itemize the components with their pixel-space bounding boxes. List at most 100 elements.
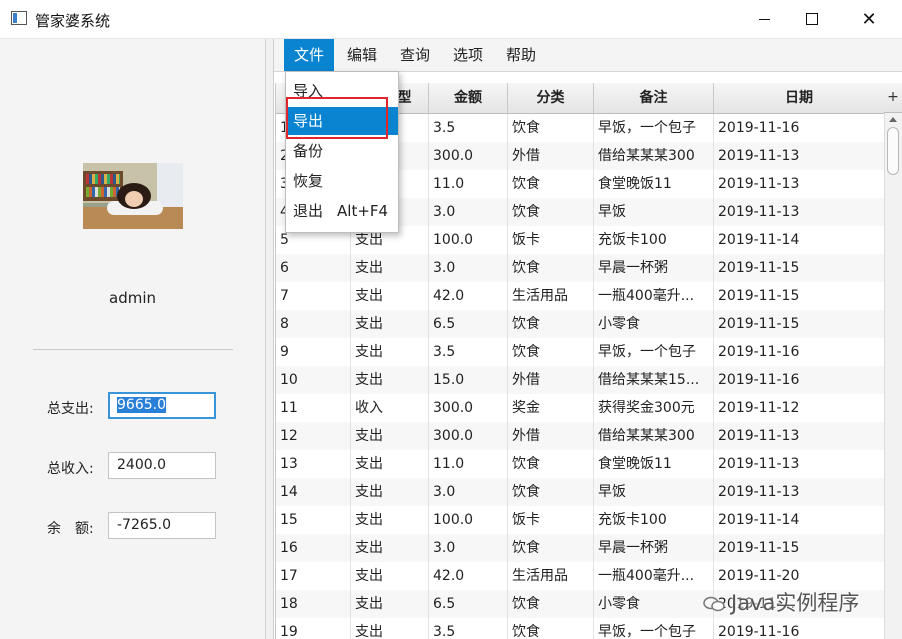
menu-item-exit[interactable]: 退出 Alt+F4 <box>286 197 398 225</box>
cell-amount: 100.0 <box>429 506 508 534</box>
total-expense-label: 总支出: <box>47 401 94 417</box>
cell-date: 2019-11-12 <box>714 394 885 422</box>
cell-category: 饮食 <box>508 618 594 639</box>
split-pane-divider[interactable] <box>266 39 274 639</box>
cell-type: 收入 <box>351 394 429 422</box>
highlight-annotation-box <box>286 97 388 139</box>
cell-amount: 3.5 <box>429 338 508 366</box>
cell-type: 支出 <box>351 422 429 450</box>
table-row[interactable]: 8 支出 6.5 饮食 小零食 2019-11-15 <box>276 310 885 338</box>
menu-edit[interactable]: 编辑 <box>337 39 387 71</box>
cell-date: 2019-11-13 <box>714 450 885 478</box>
table-row[interactable]: 16 支出 3.0 饮食 早晨一杯粥 2019-11-15 <box>276 534 885 562</box>
cell-type: 支出 <box>351 338 429 366</box>
cell-note: 早晨一杯粥 <box>594 534 714 562</box>
app-icon <box>11 11 27 25</box>
maximize-button[interactable] <box>789 0 835 38</box>
total-income-field[interactable]: 2400.0 <box>108 452 216 479</box>
scroll-thumb[interactable] <box>887 127 899 175</box>
cell-category: 饮食 <box>508 254 594 282</box>
table-row[interactable]: 12 支出 300.0 外借 借给某某某300 2019-11-13 <box>276 422 885 450</box>
cell-type: 支出 <box>351 450 429 478</box>
cell-amount: 42.0 <box>429 282 508 310</box>
cell-id: 16 <box>276 534 351 562</box>
avatar <box>83 163 183 229</box>
cell-amount: 300.0 <box>429 422 508 450</box>
column-header-category[interactable]: 分类 <box>508 83 594 113</box>
cell-id: 6 <box>276 254 351 282</box>
cell-note: 食堂晚饭11 <box>594 450 714 478</box>
cell-note: 借给某某某15... <box>594 366 714 394</box>
menu-item-restore[interactable]: 恢复 <box>286 167 398 195</box>
cell-note: 早饭，一个包子 <box>594 114 714 142</box>
cell-note: 获得奖金300元 <box>594 394 714 422</box>
username-label: admin <box>109 289 156 307</box>
cell-amount: 100.0 <box>429 226 508 254</box>
scroll-up-icon[interactable] <box>889 117 897 122</box>
cell-id: 9 <box>276 338 351 366</box>
table-row[interactable]: 10 支出 15.0 外借 借给某某某15... 2019-11-16 <box>276 366 885 394</box>
menu-help[interactable]: 帮助 <box>496 39 546 71</box>
cell-date: 2019-11-16 <box>714 338 885 366</box>
menu-file[interactable]: 文件 <box>284 39 335 71</box>
table-row[interactable]: 6 支出 3.0 饮食 早晨一杯粥 2019-11-15 <box>276 254 885 282</box>
cell-amount: 6.5 <box>429 590 508 618</box>
table-row[interactable]: 7 支出 42.0 生活用品 一瓶400毫升... 2019-11-15 <box>276 282 885 310</box>
cell-id: 7 <box>276 282 351 310</box>
column-header-amount[interactable]: 金额 <box>429 83 508 113</box>
table-row[interactable]: 13 支出 11.0 饮食 食堂晚饭11 2019-11-13 <box>276 450 885 478</box>
cell-id: 18 <box>276 590 351 618</box>
table-row[interactable]: 15 支出 100.0 饭卡 充饭卡100 2019-11-14 <box>276 506 885 534</box>
cell-note: 早饭，一个包子 <box>594 338 714 366</box>
cell-category: 生活用品 <box>508 562 594 590</box>
cell-date: 2019-11-20 <box>714 562 885 590</box>
minimize-button[interactable] <box>741 0 787 38</box>
table-row[interactable]: 19 支出 3.5 饮食 早饭，一个包子 2019-11-16 <box>276 618 885 639</box>
cell-id: 19 <box>276 618 351 639</box>
cell-id: 10 <box>276 366 351 394</box>
total-expense-field[interactable]: 9665.0 <box>108 392 216 419</box>
cell-category: 饮食 <box>508 590 594 618</box>
cell-type: 支出 <box>351 562 429 590</box>
cell-id: 14 <box>276 478 351 506</box>
cell-note: 充饭卡100 <box>594 226 714 254</box>
cell-category: 饮食 <box>508 114 594 142</box>
table-row[interactable]: 11 收入 300.0 奖金 获得奖金300元 2019-11-12 <box>276 394 885 422</box>
cell-amount: 3.0 <box>429 198 508 226</box>
total-expense-value: 9665.0 <box>117 397 166 413</box>
menu-query[interactable]: 查询 <box>390 39 440 71</box>
cell-amount: 300.0 <box>429 394 508 422</box>
cell-type: 支出 <box>351 590 429 618</box>
cell-note: 早饭，一个包子 <box>594 618 714 639</box>
cell-note: 早饭 <box>594 198 714 226</box>
menu-options[interactable]: 选项 <box>443 39 493 71</box>
balance-field[interactable]: -7265.0 <box>108 512 216 539</box>
total-income-value: 2400.0 <box>117 457 166 473</box>
cell-date: 2019-11-13 <box>714 198 885 226</box>
cell-category: 饮食 <box>508 170 594 198</box>
table-row[interactable]: 9 支出 3.5 饮食 早饭，一个包子 2019-11-16 <box>276 338 885 366</box>
close-button[interactable]: ✕ <box>846 0 892 38</box>
column-menu-button[interactable]: + <box>884 83 902 113</box>
table-row[interactable]: 17 支出 42.0 生活用品 一瓶400毫升... 2019-11-20 <box>276 562 885 590</box>
cell-note: 借给某某某300 <box>594 142 714 170</box>
cell-id: 15 <box>276 506 351 534</box>
minimize-icon <box>758 18 770 20</box>
cell-date: 2019-11-16 <box>714 618 885 639</box>
table-row[interactable]: 14 支出 3.0 饮食 早饭 2019-11-13 <box>276 478 885 506</box>
watermark-text: Java实例程序 <box>731 591 860 615</box>
cell-date: 2019-11-15 <box>714 282 885 310</box>
menu-item-backup-label: 备份 <box>293 142 324 160</box>
cell-amount: 3.0 <box>429 254 508 282</box>
cell-id: 17 <box>276 562 351 590</box>
menu-item-backup[interactable]: 备份 <box>286 137 398 165</box>
cell-amount: 11.0 <box>429 450 508 478</box>
column-header-note[interactable]: 备注 <box>594 83 714 113</box>
cell-note: 一瓶400毫升... <box>594 282 714 310</box>
cell-type: 支出 <box>351 506 429 534</box>
vertical-scrollbar[interactable] <box>884 113 902 639</box>
cell-id: 8 <box>276 310 351 338</box>
column-header-date[interactable]: 日期 <box>714 83 885 113</box>
maximize-icon <box>806 13 818 25</box>
cell-type: 支出 <box>351 310 429 338</box>
